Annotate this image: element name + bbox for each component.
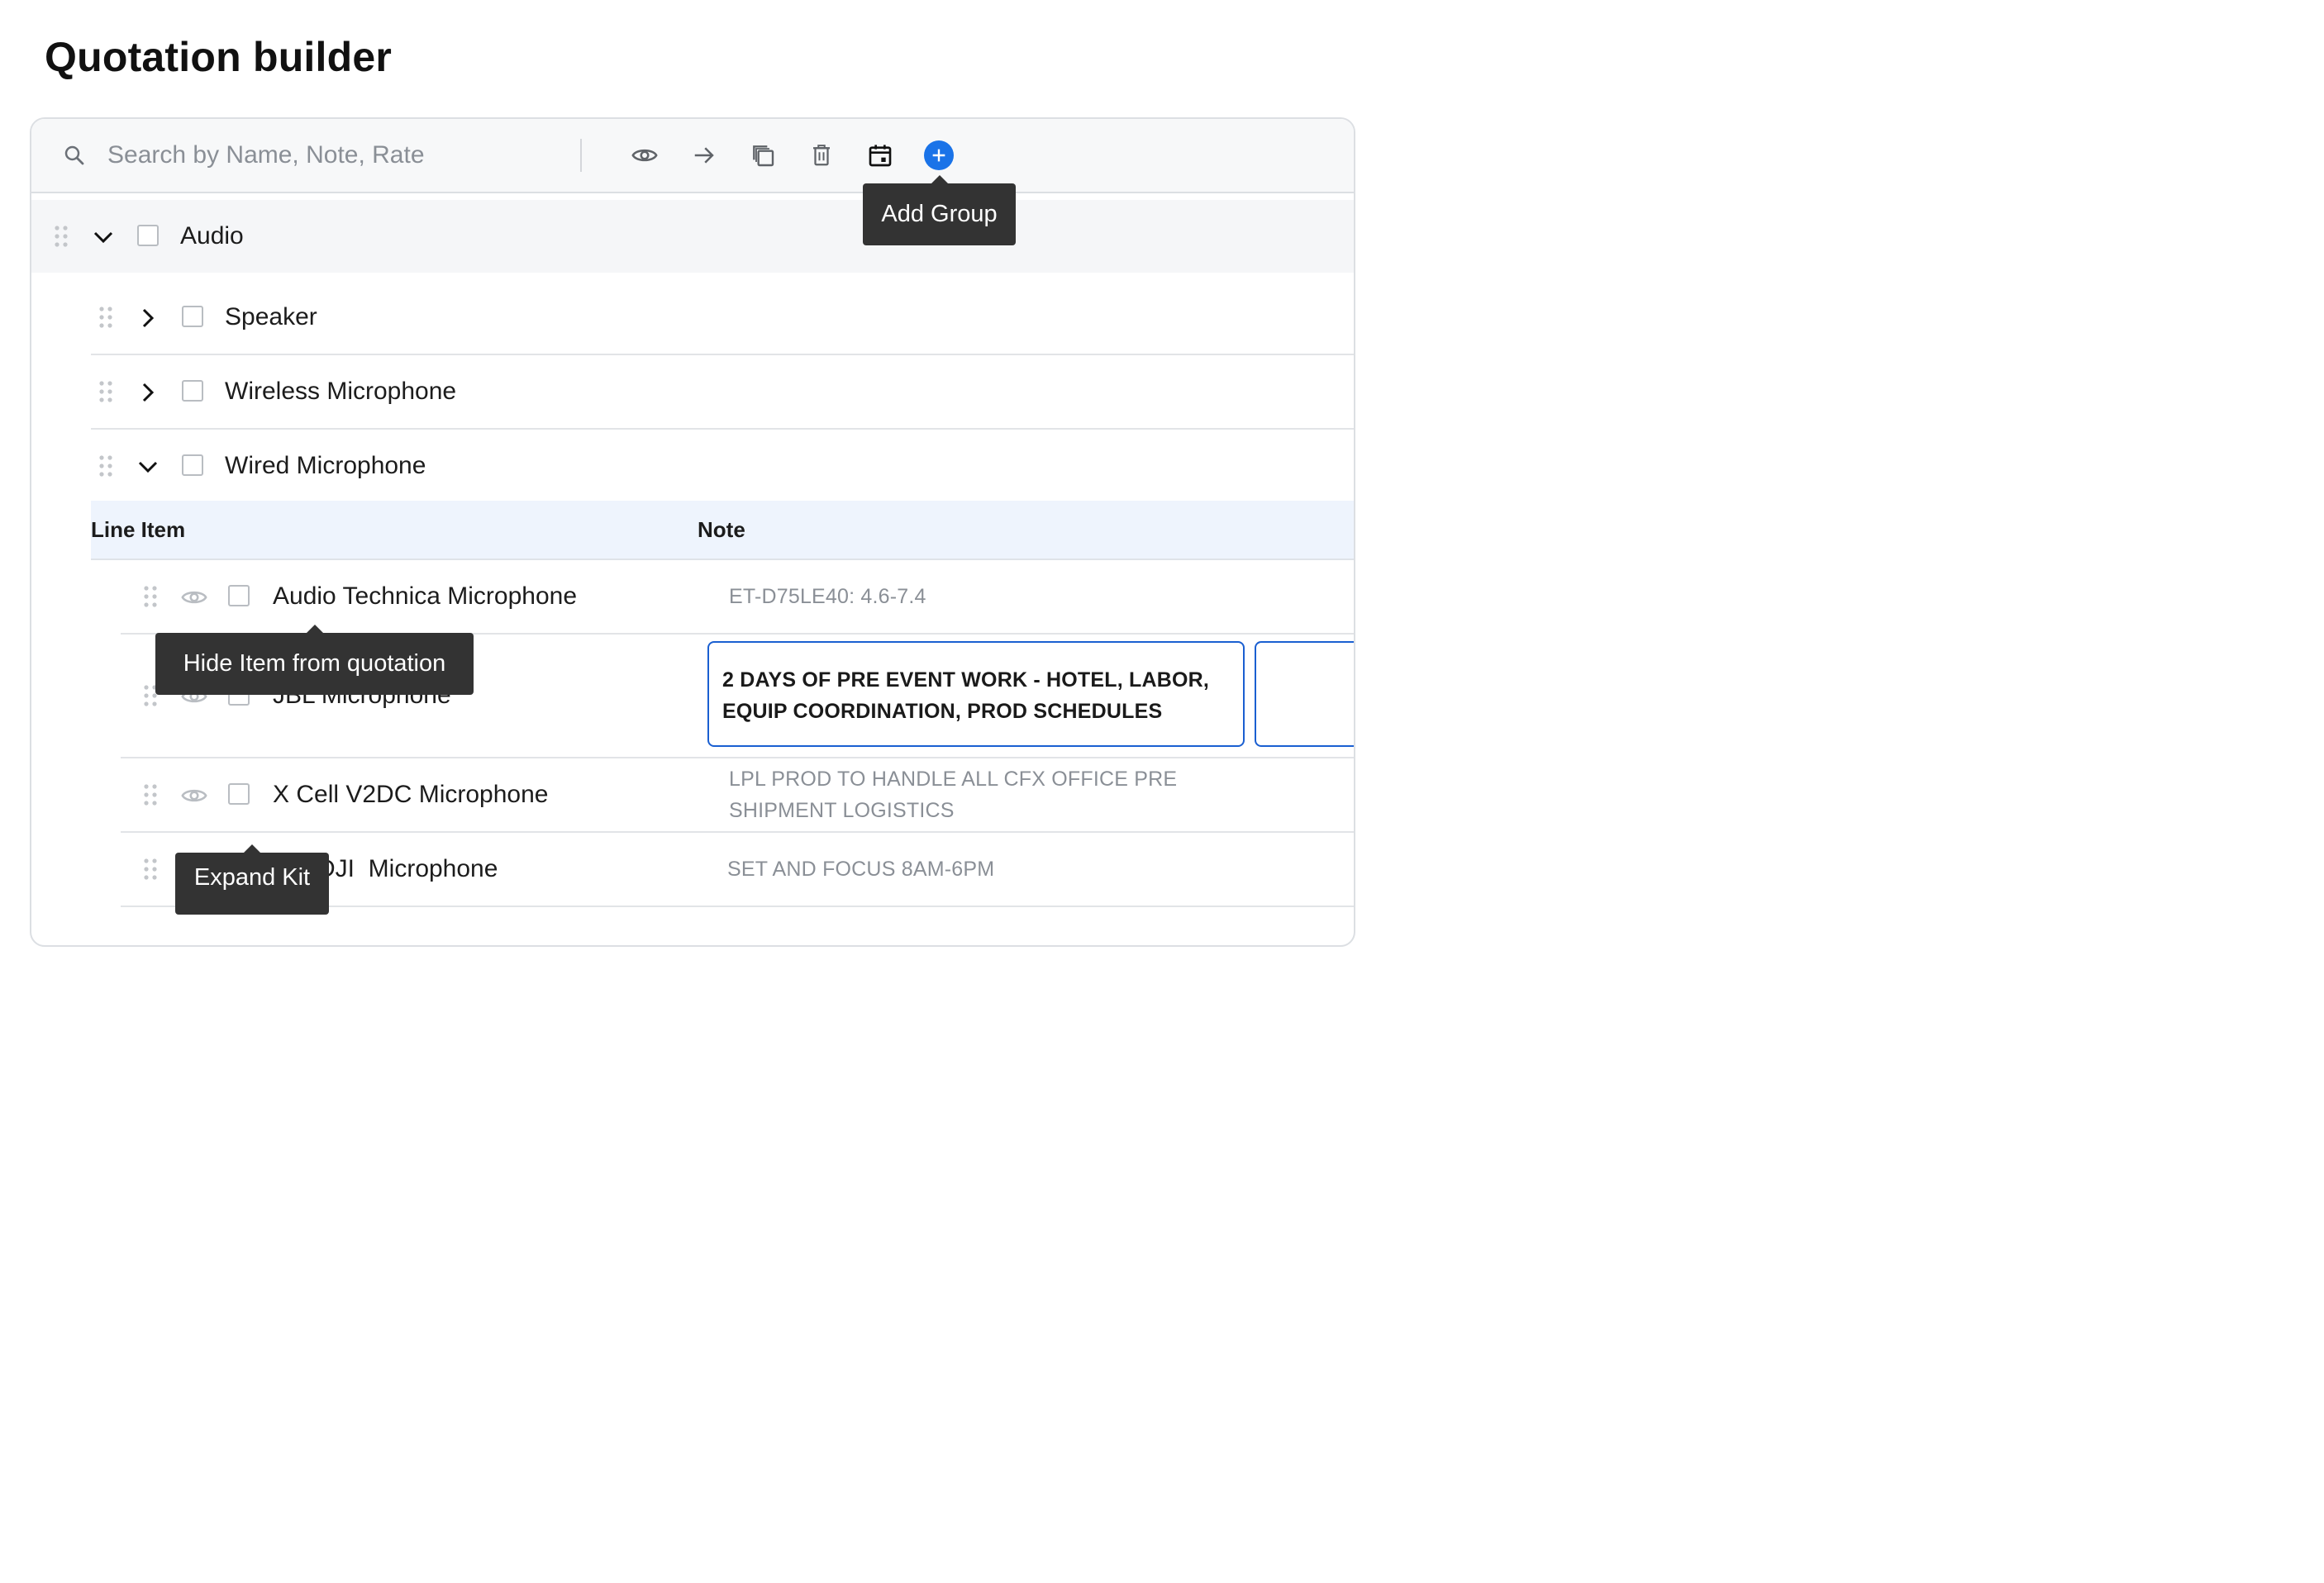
search-input[interactable]	[107, 135, 570, 175]
add-group-button[interactable]	[922, 139, 955, 172]
column-header-note: Note	[698, 517, 745, 542]
drag-handle-icon[interactable]	[98, 454, 114, 478]
chevron-right-icon[interactable]	[136, 306, 160, 330]
toolbar	[31, 119, 1354, 193]
note-edit-field[interactable]: 2 DAYS OF PRE EVENT WORK - HOTEL, LABOR,…	[707, 641, 1245, 747]
tooltip-add-group: Add Group	[863, 175, 1016, 245]
trash-icon[interactable]	[805, 139, 838, 172]
subgroup-checkbox[interactable]	[182, 454, 203, 476]
drag-handle-icon[interactable]	[142, 783, 159, 806]
subgroup-row-wireless-microphone[interactable]: Wireless Microphone	[91, 355, 1354, 430]
group-label: Audio	[180, 222, 244, 250]
subgroup-label: Speaker	[225, 303, 317, 330]
quotation-panel: Audio Speaker Wireless Microphone Wired …	[30, 117, 1355, 947]
item-name: Audio Technica Microphone	[273, 582, 578, 610]
adjacent-edit-field[interactable]	[1255, 641, 1354, 747]
subgroup-row-wired-microphone[interactable]: Wired Microphone	[91, 430, 1354, 504]
plus-circle-icon	[924, 140, 954, 170]
subgroup-checkbox[interactable]	[182, 306, 203, 327]
subgroup-checkbox[interactable]	[182, 380, 203, 402]
table-row[interactable]: Audio Technica Microphone ET-D75LE40: 4.…	[121, 560, 1354, 635]
page-title: Quotation builder	[45, 34, 393, 80]
copy-icon[interactable]	[746, 139, 779, 172]
toolbar-divider	[580, 139, 582, 172]
item-note[interactable]: SET AND FOCUS 8AM-6PM	[727, 853, 994, 885]
calendar-icon[interactable]	[864, 139, 897, 172]
tooltip-hide-item: Hide Item from quotation	[155, 625, 474, 695]
group-row-audio[interactable]: Audio	[31, 200, 1354, 273]
item-note[interactable]: LPL PROD TO HANDLE ALL CFX OFFICE PRE SH…	[729, 763, 1177, 826]
item-name: X Cell V2DC Microphone	[273, 781, 549, 808]
chevron-right-icon[interactable]	[136, 380, 160, 405]
item-name: DJI Microphone	[317, 855, 498, 882]
chevron-down-icon[interactable]	[136, 454, 160, 479]
arrow-right-icon[interactable]	[688, 139, 721, 172]
subgroup-label: Wired Microphone	[225, 452, 426, 479]
eye-icon[interactable]	[628, 139, 661, 172]
drag-handle-icon[interactable]	[142, 858, 159, 881]
tooltip-expand-kit: Expand Kit	[175, 844, 329, 915]
drag-handle-icon[interactable]	[53, 225, 69, 248]
drag-handle-icon[interactable]	[98, 306, 114, 329]
column-header-line-item: Line Item	[91, 517, 186, 542]
table-row[interactable]: X Cell V2DC Microphone LPL PROD TO HANDL…	[121, 758, 1354, 833]
item-checkbox[interactable]	[228, 585, 250, 606]
item-note[interactable]: ET-D75LE40: 4.6-7.4	[729, 581, 926, 612]
note-line: SHIPMENT LOGISTICS	[729, 799, 955, 822]
subgroup-row-speaker[interactable]: Speaker	[91, 281, 1354, 355]
chevron-down-icon[interactable]	[91, 225, 116, 250]
drag-handle-icon[interactable]	[142, 585, 159, 608]
eye-icon[interactable]	[180, 782, 208, 810]
group-checkbox[interactable]	[137, 225, 159, 246]
eye-icon[interactable]	[180, 583, 208, 611]
item-checkbox[interactable]	[228, 783, 250, 805]
table-header: Line Item Note	[91, 501, 1354, 560]
search-icon	[61, 142, 88, 169]
subgroup-label: Wireless Microphone	[225, 378, 457, 405]
note-line: LPL PROD TO HANDLE ALL CFX OFFICE PRE	[729, 768, 1178, 791]
drag-handle-icon[interactable]	[98, 380, 114, 403]
note-line: 2 DAYS OF PRE EVENT WORK - HOTEL, LABOR,	[722, 668, 1210, 692]
note-line: EQUIP COORDINATION, PROD SCHEDULES	[722, 700, 1163, 723]
